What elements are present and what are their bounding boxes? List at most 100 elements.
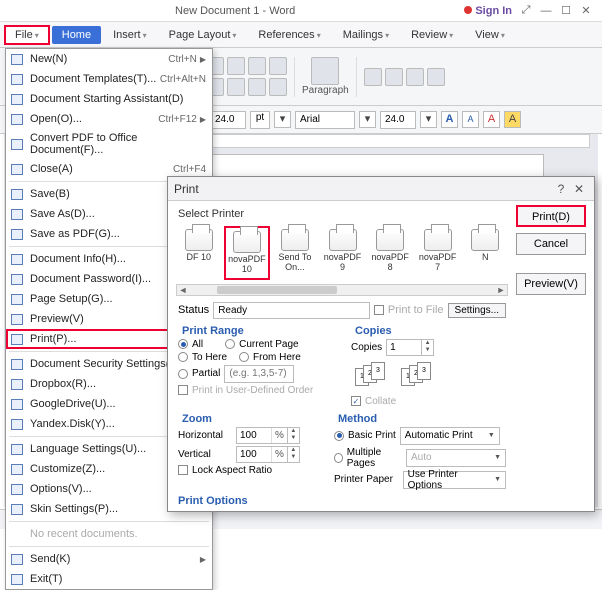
shrink-font-icon[interactable]: A xyxy=(462,111,479,128)
grow-font-icon[interactable]: A xyxy=(441,111,458,128)
minimize-icon[interactable]: — xyxy=(536,5,556,17)
basic-print-radio[interactable] xyxy=(334,431,344,441)
range-fromhere-radio[interactable] xyxy=(239,352,249,362)
indent-increase-icon[interactable] xyxy=(227,57,245,75)
style-c-icon[interactable] xyxy=(406,68,424,86)
range-partial-radio[interactable] xyxy=(178,369,188,379)
font-size-input[interactable] xyxy=(210,111,246,129)
status-field xyxy=(213,302,370,319)
align-right-icon[interactable] xyxy=(248,78,266,96)
number-list-icon[interactable] xyxy=(269,57,287,75)
menu-item-shortcut: Ctrl+F4 xyxy=(173,164,206,175)
file-menu-item[interactable]: Document Templates(T)...Ctrl+Alt+N xyxy=(6,69,212,89)
menu-item-icon xyxy=(9,137,25,151)
style-b-icon[interactable] xyxy=(385,68,403,86)
tab-review[interactable]: Review▾ xyxy=(401,26,463,44)
tab-mailings[interactable]: Mailings▾ xyxy=(333,26,399,44)
printer-settings-button[interactable]: Settings... xyxy=(448,303,506,318)
scrollbar-thumb[interactable] xyxy=(217,286,337,294)
file-menu-item[interactable]: New(N)Ctrl+N▶ xyxy=(6,49,212,69)
method-title: Method xyxy=(338,413,506,425)
menu-item-label: Save As(D)... xyxy=(30,208,180,220)
scroll-right-icon[interactable]: ► xyxy=(495,285,507,295)
printer-item[interactable]: novaPDF 7 xyxy=(415,226,461,276)
font-name-input[interactable] xyxy=(295,111,355,129)
tab-file[interactable]: File▾ xyxy=(4,25,50,45)
style-a-icon[interactable] xyxy=(364,68,382,86)
menu-item-icon xyxy=(9,572,25,586)
paragraph-icon[interactable] xyxy=(311,57,339,85)
menu-item-icon xyxy=(9,207,25,221)
printer-item[interactable]: Send To On... xyxy=(272,226,318,276)
align-justify-icon[interactable] xyxy=(269,78,287,96)
range-current-radio[interactable] xyxy=(225,339,235,349)
menu-item-icon xyxy=(9,272,25,286)
menu-item-icon xyxy=(9,552,25,566)
dialog-close-icon[interactable]: ✕ xyxy=(570,182,588,196)
menu-item-icon xyxy=(9,92,25,106)
maximize-icon[interactable]: ☐ xyxy=(556,4,576,17)
menu-item-shortcut: Ctrl+F12 xyxy=(158,114,197,125)
font-size-input-2[interactable] xyxy=(380,111,416,129)
printer-options-dropdown[interactable]: Use Printer Options▼ xyxy=(403,471,506,489)
printer-item[interactable]: N xyxy=(462,226,508,266)
printer-label: novaPDF 8 xyxy=(368,253,412,273)
file-menu-item[interactable]: Exit(T) xyxy=(6,569,212,589)
menu-item-label: New(N) xyxy=(30,53,168,65)
help-icon[interactable]: ? xyxy=(552,182,570,196)
style-d-icon[interactable] xyxy=(427,68,445,86)
range-tohere-radio[interactable] xyxy=(178,352,188,362)
print-to-file-label: Print to File xyxy=(388,304,444,316)
menu-bar: File▾ Home Insert▾ Page Layout▾ Referenc… xyxy=(0,22,602,48)
menu-item-icon xyxy=(9,527,25,541)
copies-spinner[interactable]: ▲▼ xyxy=(386,339,434,356)
menu-item-icon xyxy=(9,377,25,391)
color-picker-icon[interactable]: ▾ xyxy=(274,111,291,128)
printer-item[interactable]: novaPDF 9 xyxy=(320,226,366,276)
collate-preview-1: 123 xyxy=(355,362,391,390)
menu-item-shortcut: Ctrl+N xyxy=(168,54,197,65)
signin-link[interactable]: Sign In xyxy=(464,5,516,17)
cancel-button[interactable]: Cancel xyxy=(516,233,586,255)
size-dropdown-icon[interactable]: ▾ xyxy=(420,111,437,128)
tab-home[interactable]: Home xyxy=(52,26,101,44)
tab-page-layout[interactable]: Page Layout▾ xyxy=(159,26,247,44)
menu-item-icon xyxy=(9,112,25,126)
lock-aspect-checkbox[interactable] xyxy=(178,465,188,475)
tab-view[interactable]: View▾ xyxy=(465,26,515,44)
font-color-icon[interactable]: A xyxy=(483,111,500,128)
menu-item-icon xyxy=(9,72,25,86)
tab-insert[interactable]: Insert▾ xyxy=(103,26,157,44)
zoom-v-spinner[interactable]: %▲▼ xyxy=(236,446,300,463)
partial-input[interactable] xyxy=(224,365,294,383)
align-center-icon[interactable] xyxy=(227,78,245,96)
file-menu-item[interactable]: Open(O)...Ctrl+F12▶ xyxy=(6,109,212,129)
submenu-arrow-icon: ▶ xyxy=(200,55,206,64)
file-menu-item[interactable]: Send(K)▶ xyxy=(6,549,212,569)
file-menu-item[interactable]: Convert PDF to Office Document(F)... xyxy=(6,129,212,159)
file-menu-item[interactable]: Document Starting Assistant(D) xyxy=(6,89,212,109)
printer-item[interactable]: DF 10 xyxy=(176,226,222,266)
printer-scrollbar[interactable]: ◄ ► xyxy=(176,284,508,296)
tab-references[interactable]: References▾ xyxy=(248,26,330,44)
printer-icon xyxy=(376,229,404,251)
multiple-pages-radio[interactable] xyxy=(334,453,343,463)
auto-print-dropdown[interactable]: Automatic Print▼ xyxy=(400,427,500,445)
expand-icon[interactable]: ⤢ xyxy=(516,4,536,17)
titlebar: New Document 1 - Word Sign In ⤢ — ☐ ✕ xyxy=(0,0,602,22)
printer-item[interactable]: novaPDF 8 xyxy=(367,226,413,276)
scroll-left-icon[interactable]: ◄ xyxy=(177,285,189,295)
bullet-list-icon[interactable] xyxy=(248,57,266,75)
document-title: New Document 1 - Word xyxy=(6,5,464,17)
range-all-radio[interactable] xyxy=(178,339,188,349)
print-button[interactable]: Print(D) xyxy=(516,205,586,227)
printer-item[interactable]: novaPDF 10 xyxy=(224,226,271,280)
highlight-icon[interactable]: A xyxy=(504,111,521,128)
font-dropdown-icon[interactable]: ▾ xyxy=(359,111,376,128)
close-icon[interactable]: ✕ xyxy=(576,4,596,17)
print-dialog: Print ? ✕ Print(D) Cancel Preview(V) Sel… xyxy=(167,176,595,512)
printer-label: Send To On... xyxy=(273,253,317,273)
zoom-h-spinner[interactable]: %▲▼ xyxy=(236,427,300,444)
preview-button[interactable]: Preview(V) xyxy=(516,273,586,295)
menu-item-icon xyxy=(9,357,25,371)
